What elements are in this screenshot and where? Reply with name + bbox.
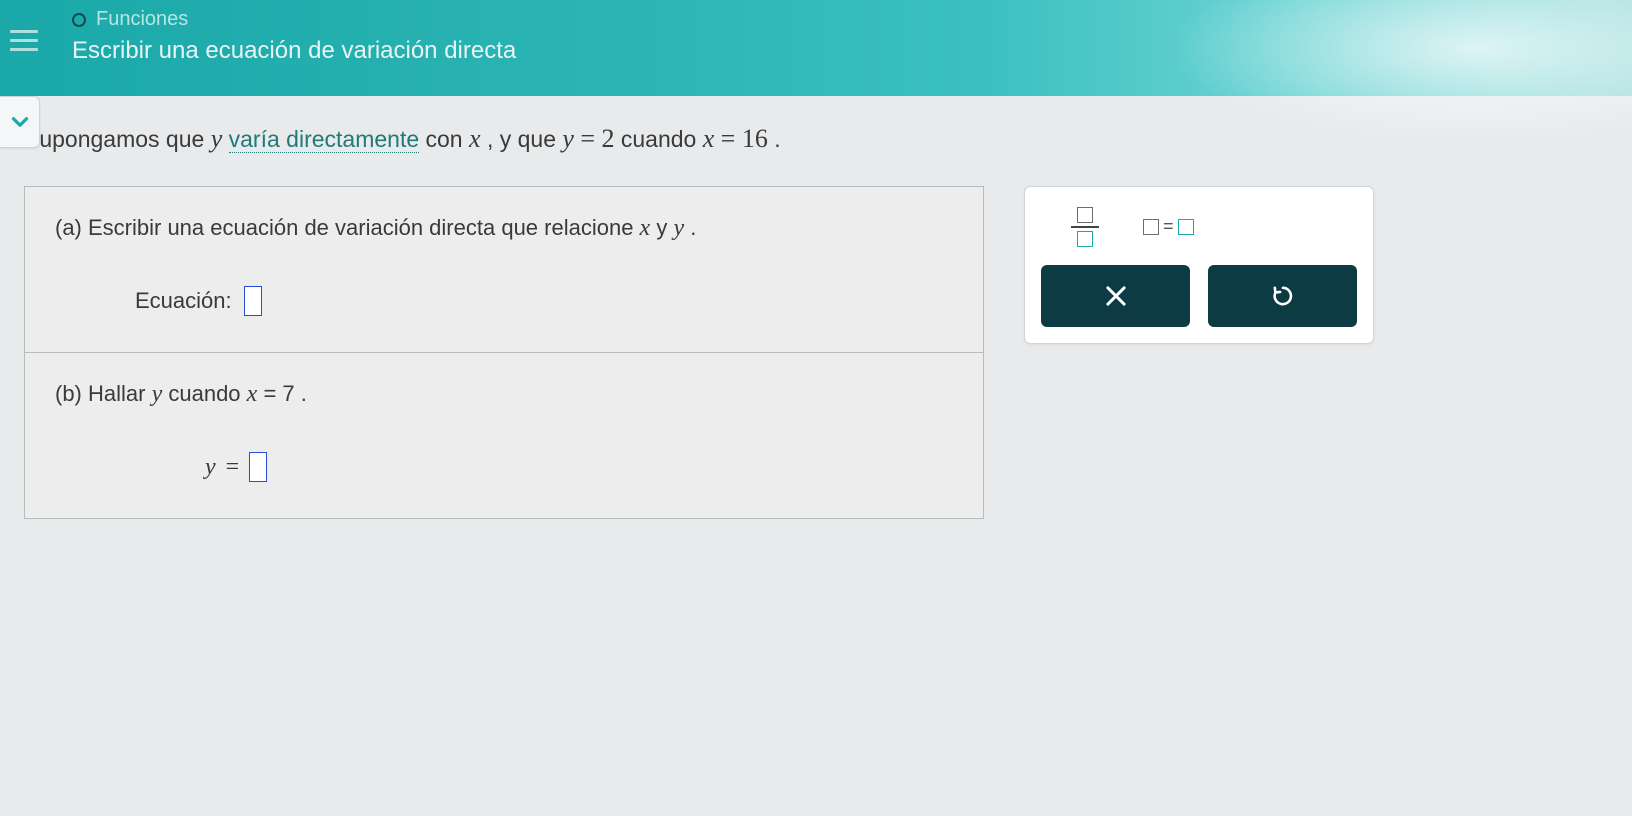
- equals: =: [580, 124, 601, 153]
- text: .: [301, 381, 307, 406]
- text: y: [656, 215, 673, 240]
- text: .: [774, 126, 780, 152]
- var-y: y: [673, 215, 684, 241]
- page-header: Funciones Escribir una ecuación de varia…: [0, 0, 1632, 96]
- header-titles: Funciones Escribir una ecuación de varia…: [72, 8, 516, 65]
- text: (a) Escribir una ecuación de variación d…: [55, 215, 640, 240]
- menu-icon[interactable]: [0, 16, 48, 64]
- equation-input[interactable]: [244, 286, 262, 316]
- equation-tool[interactable]: =: [1143, 216, 1194, 237]
- var-y: y: [205, 454, 216, 481]
- equals: =: [226, 454, 240, 481]
- equals: =: [721, 124, 742, 153]
- y-value-input[interactable]: [249, 452, 267, 482]
- var-y: y: [562, 124, 574, 153]
- varies-directly-link[interactable]: varía directamente: [229, 126, 419, 153]
- var-y: y: [152, 381, 163, 407]
- chevron-down-icon: [7, 109, 33, 135]
- var-x: x: [703, 124, 715, 153]
- problem-statement: Supongamos que y varía directamente con …: [24, 124, 1608, 154]
- value-7: 7: [282, 381, 294, 406]
- equation-line-a: Ecuación:: [135, 286, 953, 316]
- text: cuando: [168, 381, 246, 406]
- close-icon: [1102, 282, 1130, 310]
- topic-title: Escribir una ecuación de variación direc…: [72, 37, 516, 65]
- reset-button[interactable]: [1208, 265, 1357, 327]
- undo-icon: [1269, 282, 1297, 310]
- category-label: Funciones: [96, 8, 188, 31]
- value-2: 2: [601, 124, 614, 153]
- part-b-prompt: (b) Hallar y cuando x = 7 .: [55, 381, 953, 408]
- part-a-prompt: (a) Escribir una ecuación de variación d…: [55, 215, 953, 242]
- part-a: (a) Escribir una ecuación de variación d…: [25, 187, 983, 352]
- value-16: 16: [742, 124, 768, 153]
- var-x: x: [469, 124, 481, 153]
- text: cuando: [621, 126, 703, 152]
- part-b: (b) Hallar y cuando x = 7 . y =: [25, 352, 983, 518]
- var-x: x: [640, 215, 651, 241]
- tool-panel: =: [1024, 186, 1374, 344]
- var-y: y: [211, 124, 223, 153]
- var-x: x: [247, 381, 258, 407]
- text: , y que: [487, 126, 562, 152]
- content-area: Supongamos que y varía directamente con …: [0, 96, 1632, 543]
- equation-label: Ecuación:: [135, 288, 232, 314]
- text: .: [690, 215, 696, 240]
- category-icon: [72, 13, 86, 27]
- equals-icon: =: [1163, 216, 1174, 237]
- text: con: [426, 126, 469, 152]
- fraction-tool[interactable]: [1071, 207, 1099, 247]
- equation-line-b: y =: [205, 452, 953, 482]
- clear-button[interactable]: [1041, 265, 1190, 327]
- collapse-toggle[interactable]: [0, 96, 40, 148]
- equals: =: [263, 381, 282, 406]
- question-box: (a) Escribir una ecuación de variación d…: [24, 186, 984, 519]
- text: Supongamos que: [24, 126, 211, 152]
- text: (b) Hallar: [55, 381, 152, 406]
